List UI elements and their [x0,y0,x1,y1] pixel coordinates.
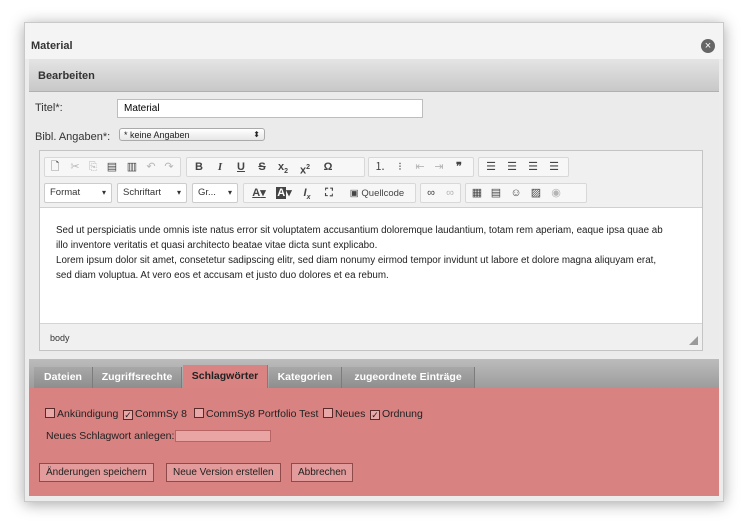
paragraph-line: Sed ut perspiciatis unde omnis iste natu… [56,225,663,236]
outdent-icon[interactable]: ⇤ [413,160,427,175]
section-title: Bearbeiten [38,70,95,82]
font-dropdown[interactable]: Schriftart ▾ [117,183,187,203]
bold-icon[interactable]: B [193,160,205,175]
size-label: Gr... [198,187,216,198]
preview-icon[interactable]: 🗋 [49,160,61,175]
checkbox-unchecked-icon[interactable] [323,408,333,418]
size-dropdown[interactable]: Gr... ▾ [192,183,238,203]
image-icon[interactable]: ▨ [529,186,543,201]
checkbox-unchecked-icon[interactable] [45,408,55,418]
indent-icon[interactable]: ⇥ [432,160,446,175]
editor-content[interactable]: Sed ut perspiciatis unde omnis iste natu… [40,208,702,323]
bullet-list-icon[interactable]: ⁝ [393,160,407,175]
toolbar-group-links: ∞ ∞ [420,183,461,203]
save-changes-button[interactable]: Änderungen speichern [39,463,154,482]
format-label: Format [50,187,81,198]
material-dialog: Material × Bearbeiten Titel*: Bibl. Anga… [24,22,724,502]
bibl-label: Bibl. Angaben*: [35,131,111,143]
keywords-panel: Ankündigung ✓ CommSy 8 CommSy8 Portfolio … [29,388,719,496]
undo-icon[interactable]: ↶ [145,160,157,175]
bg-color-icon[interactable]: A▾ [273,186,295,201]
resize-handle-icon[interactable] [689,336,698,345]
link-icon[interactable]: ∞ [424,186,438,201]
dialog-header: Material × [25,23,723,59]
align-center-icon[interactable]: ☰ [505,160,519,175]
strike-icon[interactable]: S [256,160,268,175]
keyword-checkbox[interactable]: Neues [323,408,365,420]
text-color-icon[interactable]: A▾ [248,186,270,201]
bibl-select[interactable]: * keine Angaben ⬍ [119,128,265,141]
chevron-down-icon: ▾ [227,188,232,197]
blockquote-icon[interactable]: ❞ [452,160,466,175]
tab-zugeordnete-eintraege[interactable]: zugeordnete Einträge [342,367,475,388]
paste-icon[interactable]: ▤ [106,160,118,175]
tab-kategorien[interactable]: Kategorien [269,367,342,388]
toolbar-group-insert: ▦ ▤ ☺ ▨ ◉ [465,183,587,203]
chevron-down-icon: ▾ [176,188,181,197]
select-arrows-icon: ⬍ [253,130,260,139]
smiley-icon[interactable]: ☺ [509,186,523,201]
toolbar-group-align: ☰ ☰ ☰ ☰ [478,157,569,177]
horizontal-rule-icon[interactable]: ▤ [489,186,503,201]
checkbox-unchecked-icon[interactable] [194,408,204,418]
maximize-icon[interactable]: ⛶ [322,186,336,201]
section-header: Bearbeiten [29,59,719,92]
keyword-checkbox[interactable]: ✓ CommSy 8 [123,408,187,420]
align-justify-icon[interactable]: ☰ [547,160,561,175]
italic-icon[interactable]: I [214,160,226,175]
superscript-icon[interactable]: x2 [298,160,312,177]
tab-zugriffsrechte[interactable]: Zugriffsrechte [93,367,182,388]
keyword-checkbox[interactable]: Ankündigung [45,408,118,420]
title-input[interactable] [117,99,423,118]
subscript-icon[interactable]: x2 [276,160,290,175]
bibl-select-value: * keine Angaben [124,130,190,140]
title-label: Titel*: [35,102,63,114]
cancel-button[interactable]: Abbrechen [291,463,354,482]
keyword-checkbox[interactable]: ✓ Ordnung [370,408,423,420]
font-label: Schriftart [123,187,162,198]
underline-icon[interactable]: U [235,160,247,175]
source-button[interactable]: ▣ Quellcode [342,186,412,201]
checkbox-checked-icon[interactable]: ✓ [123,410,133,420]
tab-dateien[interactable]: Dateien [34,367,93,388]
special-char-icon[interactable]: Ω [321,160,335,175]
cut-icon[interactable]: ✂ [69,160,81,175]
editor-statusbar: body [40,323,702,350]
align-right-icon[interactable]: ☰ [526,160,540,175]
unlink-icon[interactable]: ∞ [443,186,457,201]
new-keyword-label: Neues Schlagwort anlegen: [46,430,175,442]
close-icon[interactable]: × [701,39,715,53]
paste-text-icon[interactable]: ▥ [126,160,138,175]
toolbar-group-lists: ⒈ ⁝ ⇤ ⇥ ❞ [368,157,474,177]
dialog-title: Material [31,40,73,52]
remove-format-icon[interactable]: Ix [300,186,314,201]
chevron-down-icon: ▾ [101,188,106,197]
toolbar-group-clipboard: 🗋 ✂ ⎘ ▤ ▥ ↶ ↷ [44,157,181,177]
align-left-icon[interactable]: ☰ [484,160,498,175]
copy-icon[interactable]: ⎘ [87,160,99,175]
checkbox-checked-icon[interactable]: ✓ [370,410,380,420]
tab-schlagwoerter[interactable]: Schlagwörter [183,365,268,388]
format-dropdown[interactable]: Format ▾ [44,183,112,203]
element-path[interactable]: body [50,333,70,343]
help-icon[interactable]: ◉ [549,186,563,201]
new-version-button[interactable]: Neue Version erstellen [166,463,281,482]
tab-bar: Dateien Zugriffsrechte Schlagwörter Kate… [29,359,719,388]
toolbar-group-basic: B I U S x2 x2 Ω [186,157,365,177]
table-icon[interactable]: ▦ [470,186,484,201]
paragraph-line: illo inventore veritatis et quasi archit… [56,240,378,251]
toolbar-group-colors: A▾ A▾ Ix ⛶ ▣ Quellcode [243,183,416,203]
numbered-list-icon[interactable]: ⒈ [373,160,387,175]
paragraph-line: Lorem ipsum dolor sit amet, consetetur s… [56,255,657,266]
new-keyword-input[interactable] [175,430,271,442]
paragraph-line: sed diam voluptua. At vero eos et accusa… [56,270,389,281]
editor-toolbar: 🗋 ✂ ⎘ ▤ ▥ ↶ ↷ B I U S x2 x2 Ω ⒈ ⁝ ⇤ ⇥ ❞ … [40,151,702,208]
rich-text-editor: 🗋 ✂ ⎘ ▤ ▥ ↶ ↷ B I U S x2 x2 Ω ⒈ ⁝ ⇤ ⇥ ❞ … [39,150,703,351]
keyword-checkbox[interactable]: CommSy8 Portfolio Test [194,408,318,420]
redo-icon[interactable]: ↷ [163,160,175,175]
